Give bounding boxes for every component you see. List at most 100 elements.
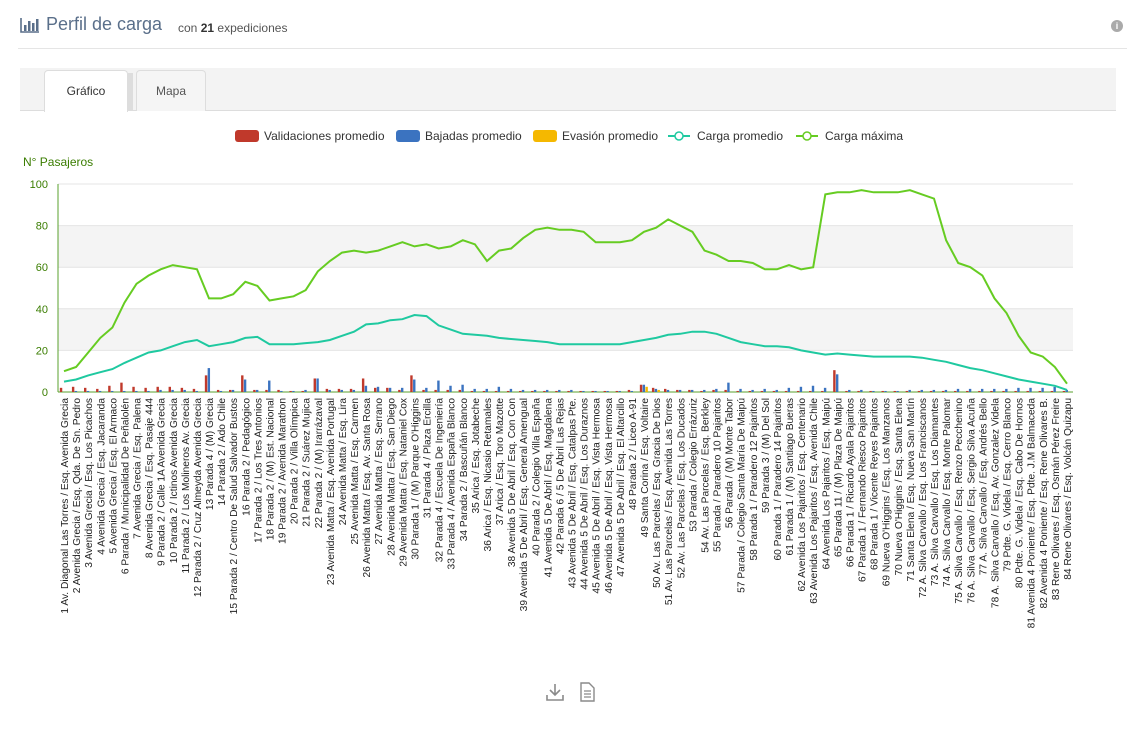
bar-bajadas	[280, 390, 283, 392]
x-tick-label: 66 Parada 1 / Ricardo Ayala Pajaritos	[846, 398, 857, 567]
bar-validaciones	[555, 390, 558, 392]
bar-validaciones	[1014, 390, 1017, 392]
bar-validaciones	[664, 388, 667, 392]
x-tick-label: 78 A. Silva Carvallo / Esq. Av. Gonzalez…	[991, 398, 1002, 608]
tab-bar: Gráfico Mapa	[20, 68, 1116, 112]
bar-bajadas	[376, 386, 380, 392]
x-tick-label: 71 Santa Elena / Esq. Nueva San Martín	[906, 398, 917, 582]
bar-validaciones	[748, 390, 751, 392]
x-tick-label: 69 Nueva O'Higgins / Esq. Los Manzanos	[882, 398, 893, 586]
bar-validaciones	[700, 390, 703, 392]
bar-validaciones	[784, 390, 788, 392]
bar-bajadas	[932, 389, 936, 392]
bar-bajadas	[558, 389, 561, 392]
bar-bajadas	[823, 387, 827, 392]
bar-validaciones	[277, 389, 280, 392]
bar-validaciones	[361, 378, 365, 392]
x-tick-label: 14 Parada 2 / Ado Chile	[217, 398, 228, 506]
bar-validaciones	[253, 389, 256, 392]
bar-bajadas	[231, 389, 235, 392]
bar-bajadas	[340, 389, 343, 392]
tab-grafico[interactable]: Gráfico	[44, 70, 133, 112]
bar-bajadas	[425, 387, 428, 392]
bar-bajadas	[473, 388, 476, 392]
x-tick-label: 77 A. Silva Carvallo / Esq. Andrés Bello	[978, 398, 989, 576]
bar-validaciones	[978, 390, 981, 392]
bar-bajadas	[896, 390, 899, 392]
document-icon[interactable]	[579, 682, 596, 707]
bar-bajadas	[352, 389, 356, 392]
panel-header: Perfil de carga con 21 expediciones i	[18, 10, 1127, 49]
bar-validaciones	[833, 370, 836, 392]
bar-validaciones	[990, 390, 993, 392]
bar-bajadas	[110, 390, 114, 392]
bar-validaciones	[712, 389, 715, 392]
bar-bajadas	[497, 386, 501, 392]
bar-validaciones	[180, 387, 184, 392]
bar-validaciones	[724, 389, 727, 392]
bar-validaciones	[325, 388, 329, 392]
bar-bajadas	[727, 382, 730, 392]
bar-bajadas	[533, 389, 537, 392]
x-tick-label: 37 Arica / Esq. Toro Mazotte	[495, 398, 506, 526]
bar-validaciones	[543, 390, 546, 392]
bar-bajadas	[437, 380, 440, 392]
x-tick-label: 22 Parada 2 / (M) Irarrázaval	[314, 398, 325, 528]
bar-bajadas	[123, 390, 126, 392]
bar-validaciones	[796, 390, 800, 392]
x-tick-label: 67 Parada 1 / Fernando Riesco Pajaritos	[858, 398, 869, 582]
bar-bajadas	[255, 389, 259, 392]
x-tick-label: 70 Nueva O'Higgins / Esq. Santa Elena	[894, 398, 905, 576]
x-tick-label: 10 Parada 2 / Ictinos Avenida Grecia	[169, 398, 180, 564]
x-tick-label: 84 Rene Olivares / Esq. Volcán Quizapu	[1063, 398, 1074, 580]
bar-bajadas	[703, 389, 706, 392]
bar-bajadas	[449, 385, 452, 392]
y-tick-label: 80	[36, 221, 48, 233]
info-icon[interactable]: i	[1111, 20, 1123, 32]
x-tick-label: 74 A. Silva Carvallo / Esq. Monte Paloma…	[942, 397, 953, 587]
y-tick-label: 100	[30, 179, 48, 191]
bar-validaciones	[1062, 390, 1066, 392]
bar-bajadas	[884, 390, 887, 392]
bar-bajadas	[751, 389, 754, 392]
bar-validaciones	[374, 387, 377, 392]
count-value: 21	[200, 21, 215, 35]
bar-bajadas	[678, 389, 682, 392]
bar-bajadas	[1005, 388, 1008, 392]
bar-validaciones	[869, 390, 872, 392]
bar-bajadas	[316, 378, 319, 392]
legend-label: Carga promedio	[697, 129, 783, 143]
bar-validaciones	[120, 382, 123, 392]
bar-validaciones	[204, 375, 208, 392]
bar-validaciones	[929, 390, 933, 392]
bar-validaciones	[337, 388, 341, 392]
bar-bajadas	[98, 390, 102, 392]
bar-validaciones	[96, 388, 99, 392]
x-tick-label: 30 Parada 1 / (M) Parque O'Higgins	[411, 398, 422, 560]
bar-bajadas	[195, 390, 198, 392]
legend-swatch	[396, 130, 420, 142]
bar-validaciones	[301, 390, 304, 392]
x-tick-label: 15 Parada 2 / Centro De Salud Salvador B…	[229, 398, 240, 614]
x-tick-label: 60 Parada 1 / Paradero 14 Pajaritos	[773, 398, 784, 561]
bar-validaciones	[1050, 390, 1054, 392]
bar-bajadas	[715, 388, 718, 392]
x-tick-label: 57 Parada / Colegio Santa María De Maipú	[737, 398, 748, 593]
bar-bajadas	[304, 389, 307, 392]
x-tick-label: 51 Av. Las Parcelas / Esq. Avenida Las T…	[664, 398, 675, 605]
bar-bajadas	[219, 390, 223, 392]
bar-bajadas	[400, 387, 404, 392]
bar-validaciones	[168, 386, 171, 392]
tab-mapa[interactable]: Mapa	[136, 70, 206, 111]
download-icon[interactable]	[545, 682, 565, 707]
x-tick-label: 54 Av. Las Parcelas / Esq. Berkley	[701, 397, 712, 553]
bar-validaciones	[966, 390, 969, 392]
bar-validaciones	[760, 390, 764, 392]
y-axis-label: N° Pasajeros	[23, 155, 93, 169]
bar-bajadas	[570, 389, 573, 392]
bar-bajadas	[630, 390, 633, 392]
x-tick-label: 25 Avenida Matta / Esq. Carmen	[350, 398, 361, 544]
bar-validaciones	[470, 390, 474, 392]
x-tick-label: 38 Avenida 5 De Abril / Esq. Con Con	[507, 398, 518, 567]
bar-validaciones	[615, 390, 619, 392]
